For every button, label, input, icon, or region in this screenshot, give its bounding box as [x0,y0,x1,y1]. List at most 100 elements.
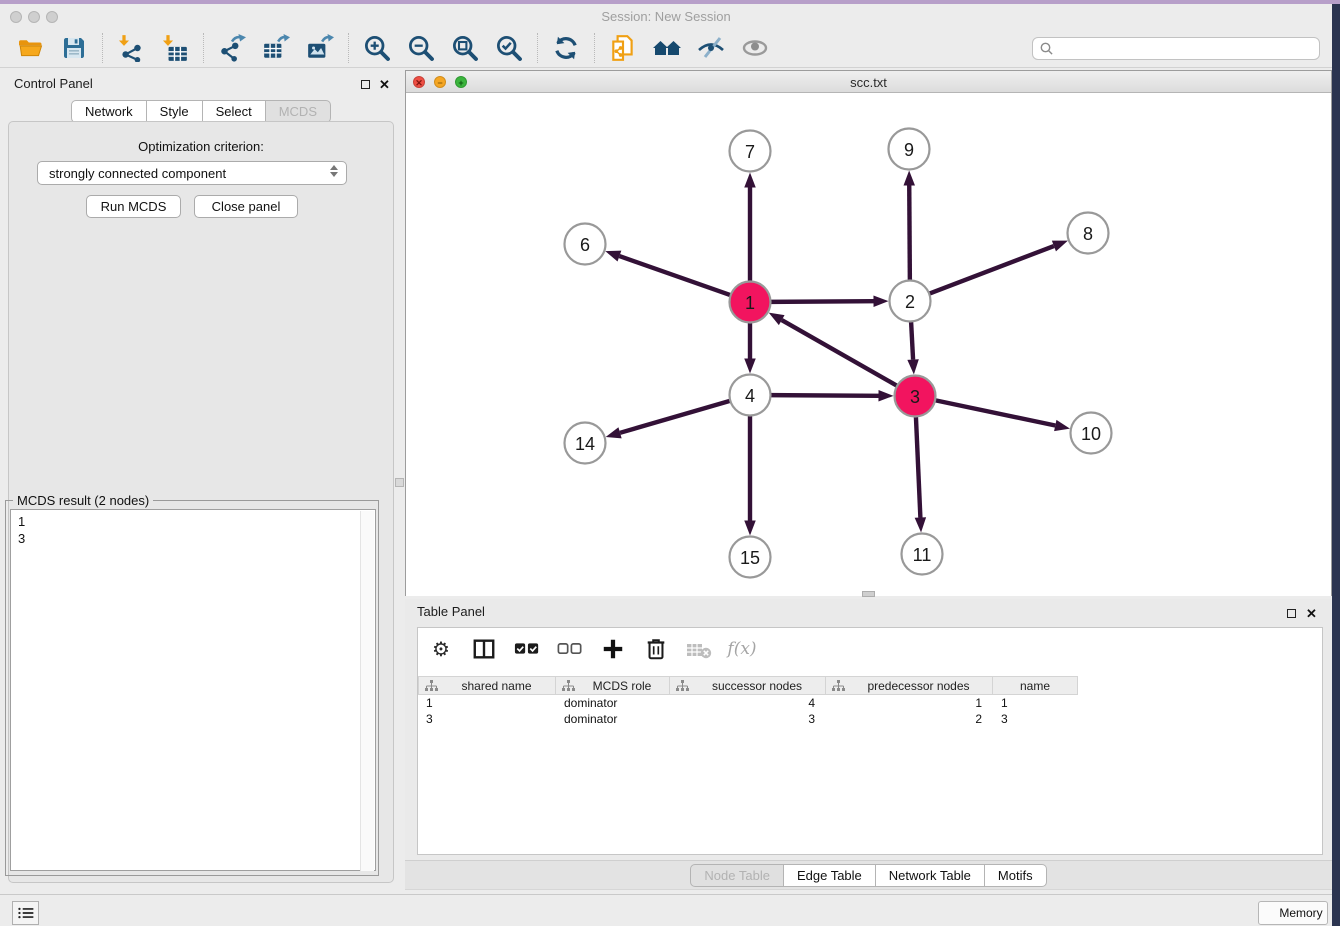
edge-4-3[interactable] [770,395,878,396]
home-networks-icon[interactable] [652,33,682,63]
mcds-result-list[interactable]: 13 [10,509,376,871]
network-graph[interactable]: 7968124314101511 [406,93,1331,596]
column-header-name[interactable]: name [993,676,1078,695]
zoom-in-icon[interactable] [362,33,392,63]
edge-2-8[interactable] [929,246,1054,294]
network-window-title: scc.txt [406,75,1331,90]
splitter-handle[interactable] [395,478,404,487]
table-cell[interactable]: dominator [556,711,670,727]
window-resize-grip[interactable] [862,591,875,597]
export-network-icon[interactable] [217,33,247,63]
toolbar-separator [537,33,538,63]
table-cell[interactable]: 3 [670,711,826,727]
hide-selected-icon[interactable] [696,33,726,63]
zoom-out-icon[interactable] [406,33,436,63]
table-row[interactable]: 3dominator323 [418,711,1078,727]
refresh-icon[interactable] [551,33,581,63]
edge-1-2[interactable] [770,301,873,302]
search-icon [1039,41,1055,57]
tab-network[interactable]: Network [71,100,147,123]
tab-select[interactable]: Select [203,100,266,123]
zoom-selected-icon[interactable] [494,33,524,63]
column-header-predecessor-nodes[interactable]: predecessor nodes [826,676,993,695]
close-table-panel-icon[interactable]: ✕ [1306,605,1319,618]
table-cell[interactable]: 2 [826,711,993,727]
table-cell[interactable]: 1 [993,695,1078,711]
edge-arrow-icon [744,521,756,536]
ndex-share-icon[interactable] [608,33,638,63]
node-label: 11 [913,545,932,565]
network-canvas[interactable]: 7968124314101511 [406,93,1331,596]
show-column-panel-icon[interactable] [471,636,497,662]
edge-arrow-icon [744,173,756,188]
unselect-all-columns-icon[interactable] [557,636,583,662]
table-cell[interactable]: 1 [826,695,993,711]
scrollbar[interactable] [360,511,374,871]
close-panel-icon[interactable]: ✕ [379,76,392,89]
show-task-history-button[interactable] [12,901,39,925]
tab-motifs[interactable]: Motifs [985,864,1047,887]
column-header-MCDS-role[interactable]: MCDS role [556,676,670,695]
create-column-icon[interactable] [600,636,626,662]
zoom-fit-icon[interactable] [450,33,480,63]
tab-edge-table[interactable]: Edge Table [784,864,876,887]
toolbar-separator [594,33,595,63]
save-session-icon[interactable] [59,33,89,63]
dropdown-value: strongly connected component [49,166,226,181]
edge-arrow-icon [873,295,888,306]
table-cell[interactable]: 3 [993,711,1078,727]
tab-node-table[interactable]: Node Table [690,864,784,887]
close-panel-button[interactable]: Close panel [194,195,298,218]
network-window: ✕ − + scc.txt 7968124314101511 [405,70,1332,596]
tab-mcds[interactable]: MCDS [266,100,331,123]
table-toolbar: ⚙ f(x) [418,628,1322,670]
search-field[interactable] [1032,37,1320,60]
tab-style[interactable]: Style [147,100,203,123]
edge-3-10[interactable] [935,400,1055,425]
edge-1-6[interactable] [619,256,730,295]
network-window-titlebar[interactable]: ✕ − + scc.txt [406,71,1331,93]
run-mcds-button[interactable]: Run MCDS [86,195,181,218]
table-cell[interactable]: 3 [418,711,556,727]
edge-3-1[interactable] [782,320,897,386]
float-table-panel-icon[interactable] [1287,605,1300,618]
table-cell[interactable]: 4 [670,695,826,711]
folder-icon [19,40,42,45]
memory-status-button[interactable]: Memory [1258,901,1328,925]
delete-column-icon[interactable] [643,636,669,662]
tab-network-table[interactable]: Network Table [876,864,985,887]
float-panel-icon[interactable] [361,76,374,89]
delete-table-icon [686,636,712,662]
search-input[interactable] [1055,42,1319,56]
table-row[interactable]: 1dominator411 [418,695,1078,711]
table-settings-icon[interactable]: ⚙ [428,636,454,662]
open-session-icon[interactable] [15,33,45,63]
table-header-row[interactable]: shared nameMCDS rolesuccessor nodesprede… [418,676,1078,695]
edge-3-11[interactable] [916,416,920,517]
export-table-icon[interactable] [261,33,291,63]
export-image-icon[interactable] [305,33,335,63]
select-all-columns-icon[interactable] [514,636,540,662]
edge-arrow-icon [903,170,914,185]
column-type-icon [562,680,575,692]
edge-2-3[interactable] [911,321,913,359]
edge-2-9[interactable] [909,185,910,280]
mcds-result-title: MCDS result (2 nodes) [13,493,153,508]
table-cell[interactable]: dominator [556,695,670,711]
control-panel-tabs: NetworkStyleSelectMCDS [0,100,402,123]
edge-4-14[interactable] [620,401,730,433]
column-header-shared-name[interactable]: shared name [418,676,556,695]
app-window: Session: New Session [0,4,1332,926]
import-network-icon[interactable] [116,33,146,63]
import-table-icon[interactable] [160,33,190,63]
edge-arrow-icon [605,251,621,262]
function-builder-icon: f(x) [729,636,755,662]
node-table[interactable]: shared nameMCDS rolesuccessor nodesprede… [418,676,1078,727]
column-header-successor-nodes[interactable]: successor nodes [670,676,826,695]
node-table-container: ⚙ f(x) shared nameMCDS rolesuccessor nod… [417,627,1323,855]
node-label: 2 [905,292,915,312]
show-all-icon[interactable] [740,33,770,63]
table-rows[interactable]: 1dominator4113dominator323 [418,695,1078,727]
table-cell[interactable]: 1 [418,695,556,711]
optimization-criterion-select[interactable]: strongly connected component [37,161,347,185]
